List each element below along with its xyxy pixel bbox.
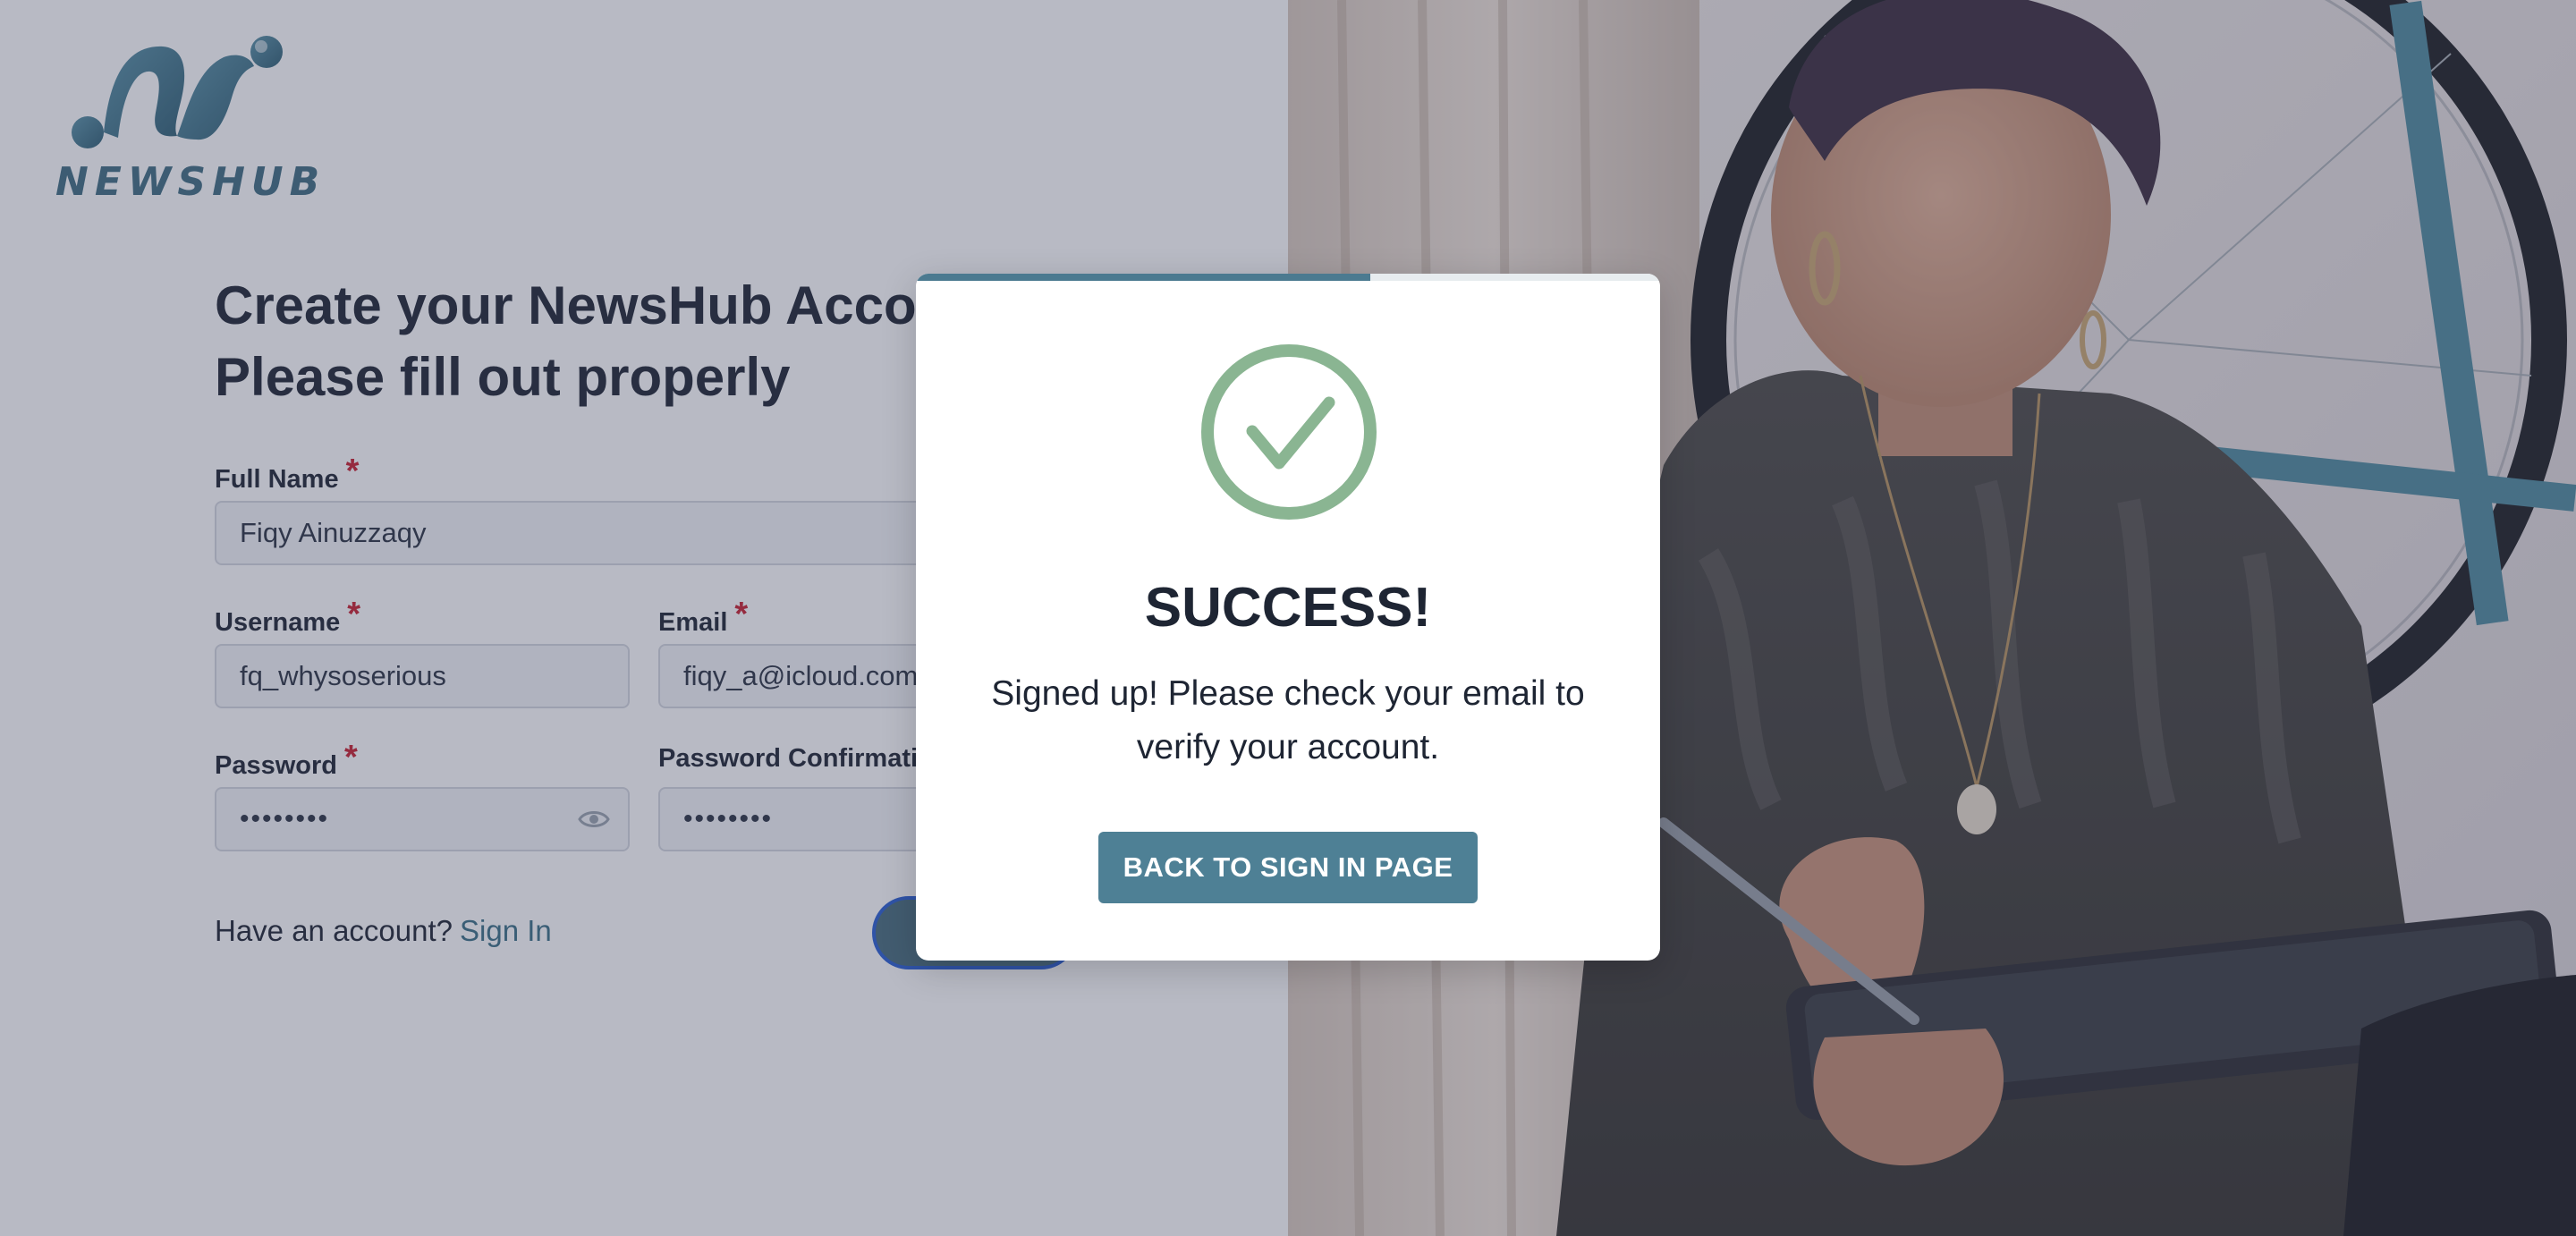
signup-page: NEWSHUB Create your NewsHub Account, Ple… (0, 0, 2576, 1236)
modal-message: Signed up! Please check your email to ve… (991, 674, 1585, 766)
modal-progress-bar (916, 274, 1660, 281)
back-to-sign-in-button[interactable]: BACK TO SIGN IN PAGE (1098, 832, 1478, 903)
modal-title: SUCCESS! (1144, 577, 1432, 639)
modal-progress-fill (916, 274, 1370, 281)
success-modal: SUCCESS! Signed up! Please check your em… (916, 274, 1660, 961)
check-circle-icon (1201, 344, 1377, 520)
